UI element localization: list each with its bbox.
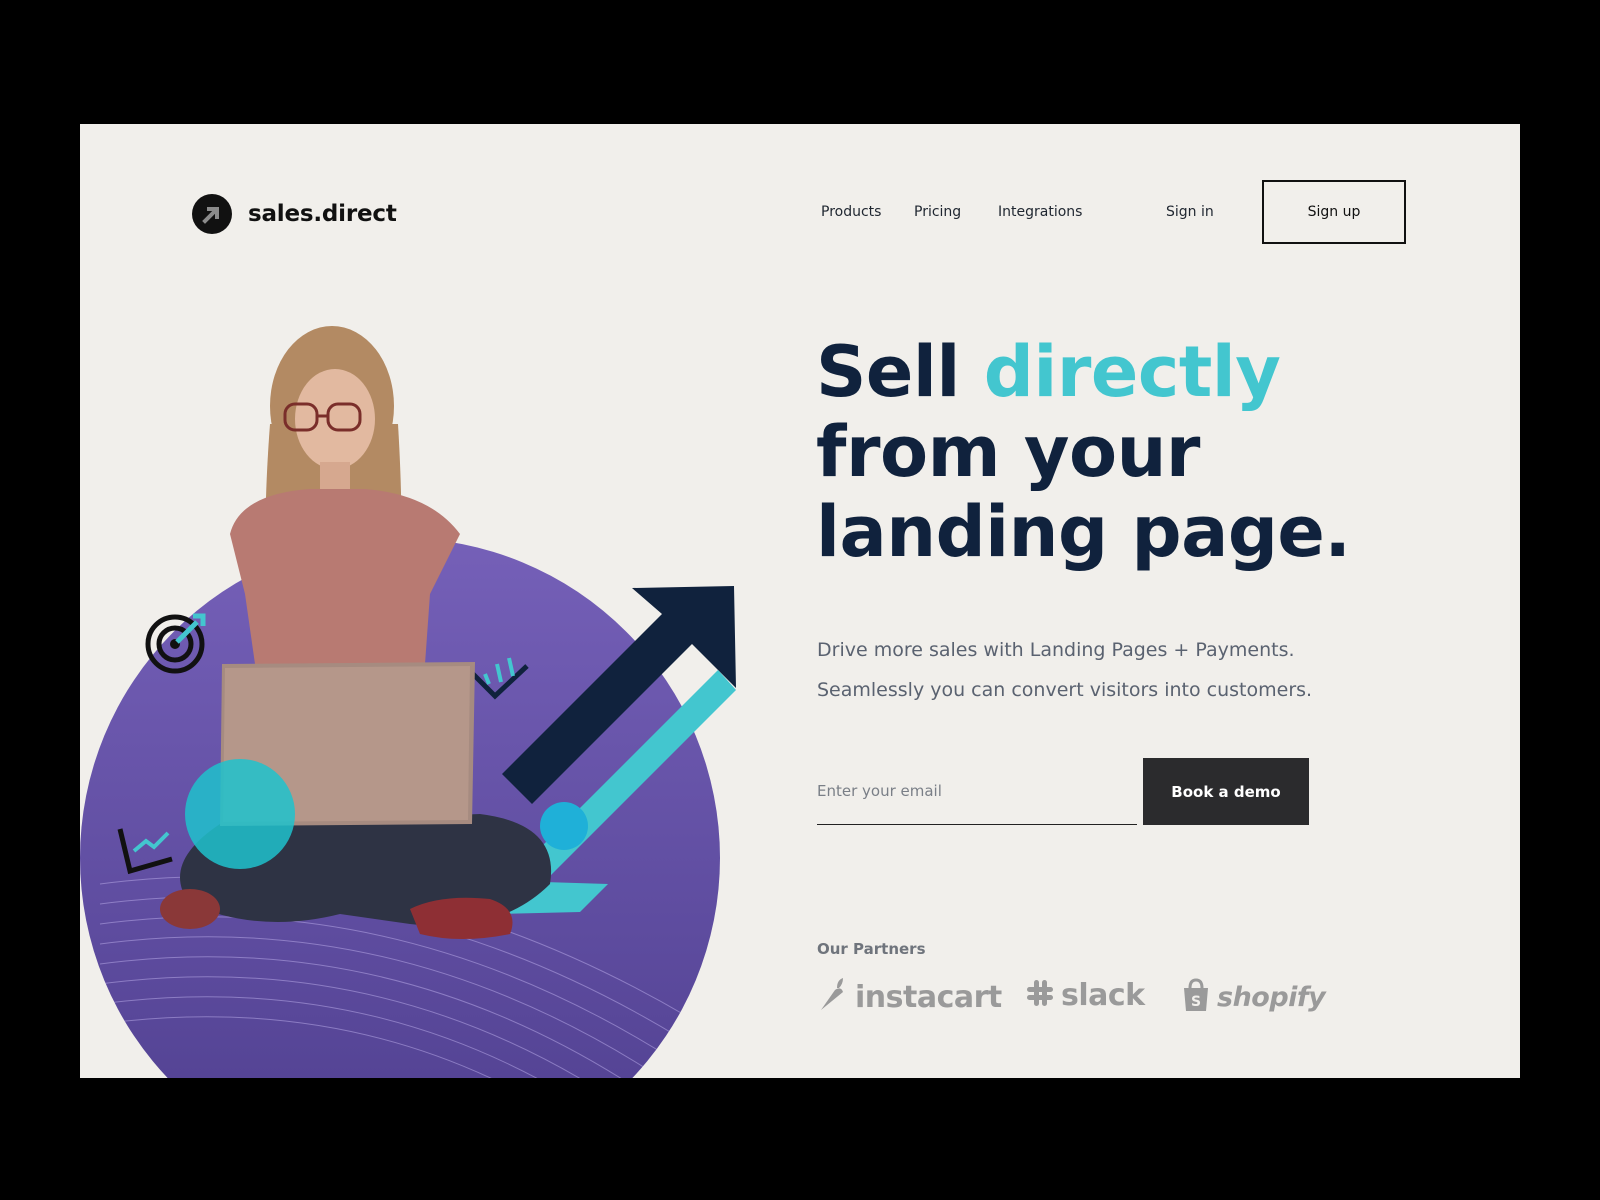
partners-label: Our Partners: [817, 940, 926, 958]
teal-circle-shape: [185, 759, 295, 869]
hero-subtitle: Drive more sales with Landing Pages + Pa…: [817, 630, 1337, 710]
subtitle-line-2: Seamlessly you can convert visitors into…: [817, 679, 1313, 701]
nav-signin[interactable]: Sign in: [1166, 204, 1214, 220]
nav-pricing[interactable]: Pricing: [914, 204, 961, 220]
shopping-bag-icon: S: [1181, 978, 1211, 1017]
nav-integrations[interactable]: Integrations: [998, 204, 1082, 220]
slack-hash-icon: [1025, 978, 1055, 1013]
blue-dot-shape: [540, 802, 588, 850]
nav-products[interactable]: Products: [821, 204, 881, 220]
carrot-icon: [817, 978, 849, 1017]
signup-button[interactable]: Sign up: [1262, 180, 1406, 244]
email-input[interactable]: [817, 758, 1137, 825]
partner-name: slack: [1061, 978, 1145, 1013]
headline-line3: landing page.: [816, 491, 1351, 573]
subtitle-line-1: Drive more sales with Landing Pages + Pa…: [817, 639, 1295, 661]
headline-accent-word: directly: [983, 331, 1281, 413]
book-demo-button[interactable]: Book a demo: [1143, 758, 1309, 825]
partner-slack: slack: [1025, 978, 1145, 1013]
brand-name: sales.direct: [248, 201, 397, 227]
landing-page: sales.direct Products Pricing Integratio…: [80, 124, 1520, 1078]
partner-name: instacart: [855, 980, 1002, 1015]
brand-logo[interactable]: sales.direct: [192, 194, 397, 234]
headline-line2: from your: [816, 411, 1200, 493]
headline-sell: Sell: [816, 331, 984, 413]
arrow-icon: [192, 194, 232, 234]
partner-instacart: instacart: [817, 978, 1002, 1017]
partner-shopify: S shopify: [1181, 978, 1326, 1017]
hero-illustration: [80, 324, 760, 1078]
partner-name: shopify: [1217, 982, 1326, 1013]
svg-text:S: S: [1191, 994, 1201, 1010]
hero-headline: Sell directly from your landing page.: [816, 332, 1351, 572]
